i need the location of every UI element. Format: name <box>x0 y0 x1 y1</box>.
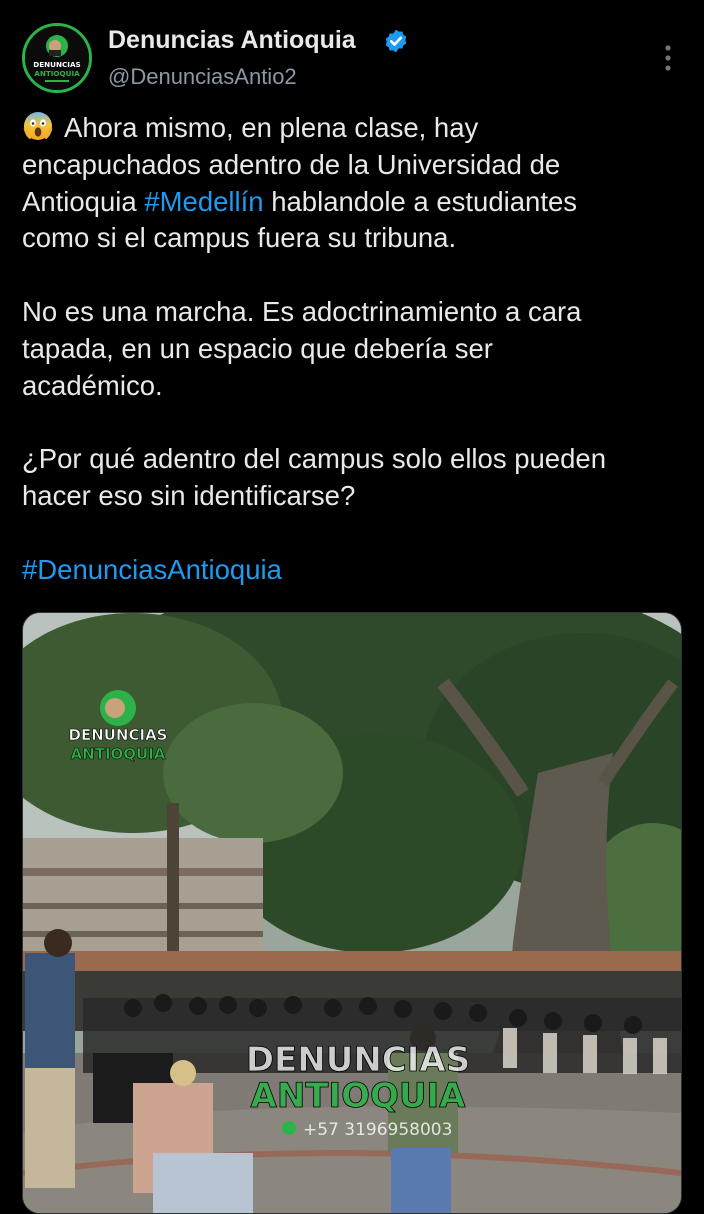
watermark-phone: +57 3196958003 <box>303 1120 452 1140</box>
user-handle[interactable]: @DenunciasAntio2 <box>108 64 297 90</box>
watermark-center-line2: ANTIOQUIA <box>251 1076 467 1116</box>
verified-badge-icon <box>385 29 407 53</box>
face-screaming-in-fear-emoji <box>23 112 53 140</box>
watermark-top-line1: DENUNCIAS <box>69 726 168 744</box>
display-name[interactable]: Denuncias Antioquia <box>108 26 356 55</box>
avatar-label-top: DENUNCIAS <box>33 60 80 69</box>
avatar-label-bottom: ANTIOQUIA <box>34 69 80 78</box>
profile-avatar[interactable]: DENUNCIAS ANTIOQUIA <box>22 23 92 93</box>
post-text-p2: No es una marcha. Es adoctrinamiento a c… <box>22 295 582 401</box>
media-image: DENUNCIAS ANTIOQUIA DENUNCIAS ANTIOQUIA … <box>23 613 681 1213</box>
post-text-p3: ¿Por qué adentro del campus solo ellos p… <box>22 443 606 511</box>
hashtag-medellin[interactable]: #Medellín <box>144 186 263 217</box>
watermark-center-line1: DENUNCIAS <box>246 1040 470 1080</box>
more-options-icon[interactable] <box>654 40 682 76</box>
whatsapp-icon <box>282 1121 296 1135</box>
post-text: Ahora mismo, en plena clase, hay encapuc… <box>22 110 692 588</box>
avatar-logo: DENUNCIAS ANTIOQUIA <box>25 26 89 90</box>
post-media[interactable]: DENUNCIAS ANTIOQUIA DENUNCIAS ANTIOQUIA … <box>22 612 682 1214</box>
hashtag-denuncias-antioquia[interactable]: #DenunciasAntioquia <box>22 554 282 585</box>
watermark-top-line2: ANTIOQUIA <box>71 745 166 763</box>
post-header: DENUNCIAS ANTIOQUIA Denuncias Antioquia … <box>0 0 704 100</box>
